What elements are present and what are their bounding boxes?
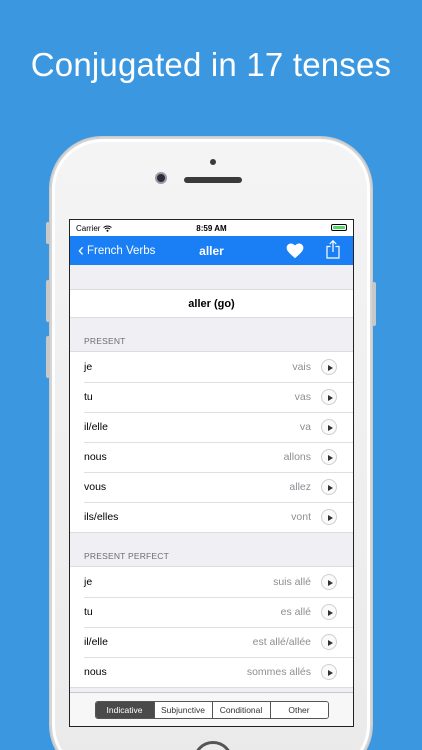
table-row: il/elle va — [70, 412, 353, 442]
table-row: vous allez — [70, 472, 353, 502]
proximity-sensor — [210, 159, 216, 165]
pronoun-label: nous — [84, 451, 107, 463]
volume-up-button — [46, 280, 50, 322]
play-audio-icon[interactable] — [321, 664, 337, 680]
pronoun-label: nous — [84, 666, 107, 678]
table-row: ils/elles vont — [70, 502, 353, 532]
table-row: je suis allé — [70, 567, 353, 597]
battery-icon — [331, 224, 347, 231]
nav-title: aller — [199, 243, 224, 258]
conjugation-list: je vais tu vas il/elle va nous allons vo… — [70, 351, 353, 533]
pronoun-label: il/elle — [84, 636, 108, 648]
status-bar: Carrier 8:59 AM — [70, 220, 353, 236]
conjugated-form: suis allé — [273, 576, 311, 588]
conjugated-form: est allé/allée — [252, 636, 311, 648]
play-audio-icon[interactable] — [321, 574, 337, 590]
mood-toolbar: Indicative Subjunctive Conditional Other — [70, 692, 353, 726]
conjugation-list: je suis allé tu es allé il/elle est allé… — [70, 566, 353, 688]
play-audio-icon[interactable] — [321, 449, 337, 465]
home-button[interactable] — [193, 741, 233, 750]
play-audio-icon[interactable] — [321, 604, 337, 620]
verb-header: aller (go) — [70, 289, 353, 318]
tense-section-present-perfect: PRESENT PERFECT je suis allé tu es allé … — [70, 533, 353, 688]
conjugated-form: allons — [283, 451, 311, 463]
table-row: nous allons — [70, 442, 353, 472]
pronoun-label: je — [84, 576, 93, 588]
mute-switch — [46, 222, 50, 244]
share-icon[interactable] — [326, 240, 340, 259]
spacer — [70, 265, 353, 289]
mood-segmented-control: Indicative Subjunctive Conditional Other — [94, 700, 329, 719]
play-audio-icon[interactable] — [321, 509, 337, 525]
status-time: 8:59 AM — [196, 223, 227, 233]
section-header: PRESENT — [84, 336, 126, 346]
segment-conditional[interactable]: Conditional — [211, 701, 270, 718]
pronoun-label: tu — [84, 391, 93, 403]
app-screen: Carrier 8:59 AM ‹ French Verbs aller all… — [69, 219, 354, 727]
table-row: je vais — [70, 352, 353, 382]
pronoun-label: il/elle — [84, 421, 108, 433]
pronoun-label: je — [84, 361, 93, 373]
segment-subjunctive[interactable]: Subjunctive — [153, 701, 212, 718]
table-row: nous sommes allés — [70, 657, 353, 687]
conjugated-form: va — [299, 421, 311, 433]
section-header: PRESENT PERFECT — [84, 551, 170, 561]
tense-section-present: PRESENT je vais tu vas il/elle va nous a… — [70, 318, 353, 533]
pronoun-label: tu — [84, 606, 93, 618]
pronoun-label: vous — [84, 481, 107, 493]
play-audio-icon[interactable] — [321, 479, 337, 495]
play-audio-icon[interactable] — [321, 419, 337, 435]
conjugated-form: vais — [292, 361, 311, 373]
heart-icon[interactable] — [286, 243, 304, 259]
navigation-bar: ‹ French Verbs aller — [70, 236, 353, 265]
table-row: tu es allé — [70, 597, 353, 627]
pronoun-label: ils/elles — [84, 511, 119, 523]
segment-indicative[interactable]: Indicative — [95, 701, 154, 718]
power-button — [372, 282, 376, 326]
volume-down-button — [46, 336, 50, 378]
conjugated-form: sommes allés — [246, 666, 311, 678]
segment-other[interactable]: Other — [269, 701, 328, 718]
conjugated-form: allez — [289, 481, 311, 493]
front-camera-icon — [155, 172, 167, 184]
earpiece-speaker — [184, 177, 242, 183]
conjugated-form: vas — [294, 391, 311, 403]
play-audio-icon[interactable] — [321, 359, 337, 375]
conjugated-form: vont — [291, 511, 311, 523]
headline: Conjugated in 17 tenses — [30, 46, 392, 83]
play-audio-icon[interactable] — [321, 389, 337, 405]
table-row: il/elle est allé/allée — [70, 627, 353, 657]
play-audio-icon[interactable] — [321, 634, 337, 650]
conjugated-form: es allé — [280, 606, 311, 618]
table-row: tu vas — [70, 382, 353, 412]
